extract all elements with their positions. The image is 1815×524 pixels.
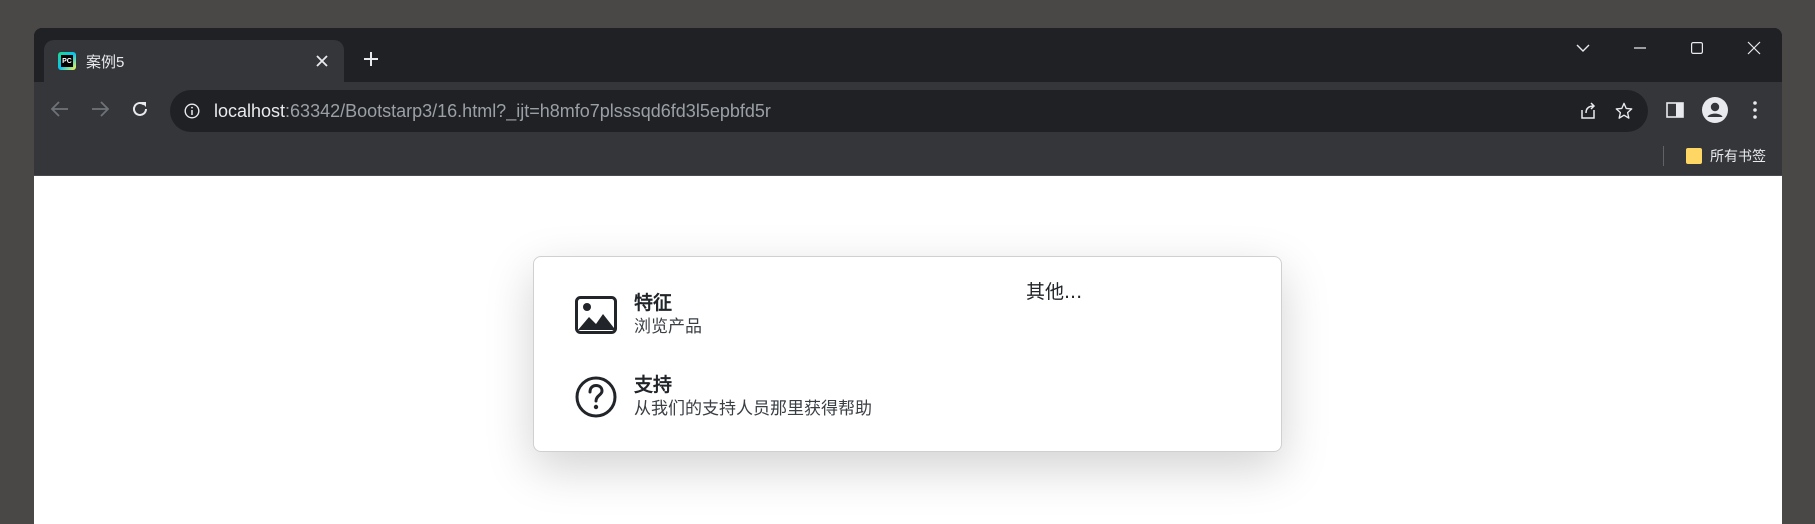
browser-window: PC 案例5 localhost:63342/Bootstarp3/16.htm… [34,28,1782,524]
toolbar: localhost:63342/Bootstarp3/16.html?_ijt=… [34,82,1782,136]
all-bookmarks-button[interactable]: 所有书签 [1686,142,1766,170]
url-host: localhost [214,100,286,121]
mega-dropdown-menu: 特征 浏览产品 支持 从我们的支持人员那里获得帮助 其他... [533,256,1282,452]
reload-button[interactable] [124,93,156,125]
bookmark-star-icon[interactable] [1606,93,1642,129]
tab-search-chevron-icon[interactable] [1554,28,1611,68]
page-content: 特征 浏览产品 支持 从我们的支持人员那里获得帮助 其他... [34,176,1782,524]
tab-close-icon[interactable] [310,49,334,73]
side-panel-icon[interactable] [1658,93,1692,127]
maximize-button[interactable] [1668,28,1725,68]
share-icon[interactable] [1570,93,1606,129]
menu-item-features[interactable]: 特征 浏览产品 [574,291,702,339]
more-menu-icon[interactable] [1738,93,1772,127]
pycharm-favicon-icon: PC [58,52,76,70]
profile-avatar-icon[interactable] [1698,93,1732,127]
other-link[interactable]: 其他... [1026,277,1082,304]
address-bar[interactable]: localhost:63342/Bootstarp3/16.html?_ijt=… [170,90,1648,132]
forward-button[interactable] [84,93,116,125]
folder-icon [1686,148,1702,164]
url-path: :63342/Bootstarp3/16.html?_ijt=h8mfo7pls… [285,100,771,121]
tab-active[interactable]: PC 案例5 [44,40,344,82]
features-title: 特征 [634,292,673,314]
support-desc: 从我们的支持人员那里获得帮助 [634,399,872,419]
question-circle-icon [574,375,618,419]
site-info-icon[interactable] [182,101,202,121]
close-window-button[interactable] [1725,28,1782,68]
image-icon [574,293,618,337]
back-button[interactable] [44,93,76,125]
menu-item-support[interactable]: 支持 从我们的支持人员那里获得帮助 [574,373,872,421]
tab-title: 案例5 [86,53,125,71]
url-text: localhost:63342/Bootstarp3/16.html?_ijt=… [214,101,1570,122]
support-title: 支持 [634,374,673,396]
bookmarks-separator [1663,146,1664,166]
window-controls [1554,28,1782,68]
toolbar-right [1658,93,1772,127]
tab-strip: PC 案例5 [34,28,1782,82]
new-tab-button[interactable] [356,44,386,74]
all-bookmarks-label: 所有书签 [1710,148,1766,164]
minimize-button[interactable] [1611,28,1668,68]
bookmarks-bar: 所有书签 [34,136,1782,176]
features-desc: 浏览产品 [634,317,702,337]
